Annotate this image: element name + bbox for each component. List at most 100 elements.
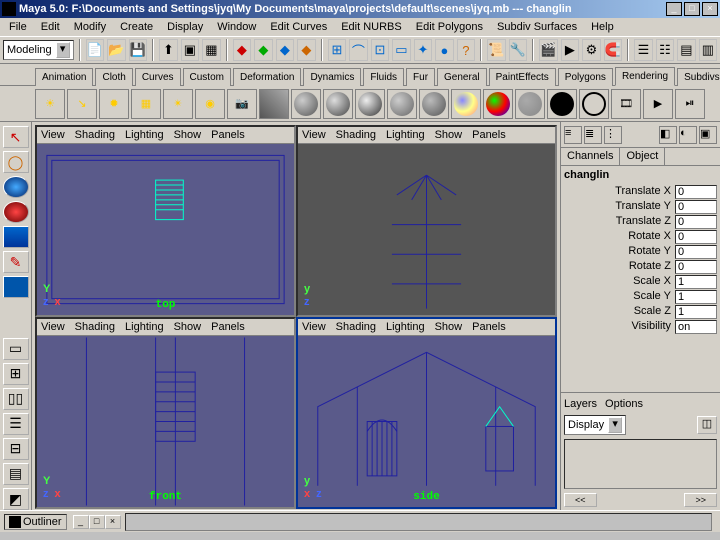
outliner-close-icon[interactable]: × xyxy=(105,515,121,529)
phong-icon[interactable] xyxy=(355,89,385,119)
menu-help[interactable]: Help xyxy=(584,19,621,35)
shelf-tab-animation[interactable]: Animation xyxy=(35,68,93,86)
menu-edit[interactable]: Edit xyxy=(34,19,67,35)
texture-icon[interactable] xyxy=(259,89,289,119)
viewport-front[interactable]: View Shading Lighting Show Panels Yz x xyxy=(35,317,296,509)
blinn-icon[interactable] xyxy=(323,89,353,119)
batch-render-icon[interactable]: ⏯ xyxy=(675,89,705,119)
shelf-tab-custom[interactable]: Custom xyxy=(183,68,231,86)
select-mask-4[interactable]: ◆ xyxy=(297,39,316,61)
new-scene-button[interactable]: 📄 xyxy=(86,39,105,61)
menu-edit-nurbs[interactable]: Edit NURBS xyxy=(334,19,409,35)
vp-menu-lighting[interactable]: Lighting xyxy=(386,129,425,141)
attr-value[interactable]: 1 xyxy=(675,275,717,289)
snap-toggle-button[interactable]: ● xyxy=(435,39,454,61)
object-name[interactable]: changlin xyxy=(564,169,717,181)
shelf-tab-general[interactable]: General xyxy=(437,68,487,86)
tab-channels[interactable]: Channels xyxy=(561,148,620,165)
menu-display[interactable]: Display xyxy=(160,19,210,35)
persp-pane-button[interactable]: ◩ xyxy=(3,488,29,510)
directional-light-icon[interactable]: ↘ xyxy=(67,89,97,119)
select-mask-1[interactable]: ◆ xyxy=(233,39,252,61)
render-view-icon[interactable]: 🎞 xyxy=(611,89,641,119)
lasso-tool[interactable]: ◯ xyxy=(3,151,29,173)
scroll-left-button[interactable]: << xyxy=(564,493,597,507)
snap-plane-button[interactable]: ▭ xyxy=(392,39,411,61)
channel-icon-2[interactable]: ≣ xyxy=(584,126,602,144)
magnet-button[interactable]: 🧲 xyxy=(604,39,623,61)
vp-menu-view[interactable]: View xyxy=(302,321,326,333)
vp-menu-panels[interactable]: Panels xyxy=(472,129,506,141)
move-tool[interactable] xyxy=(3,176,29,198)
ipr-render-button[interactable]: ▶ xyxy=(561,39,580,61)
vp-menu-view[interactable]: View xyxy=(302,129,326,141)
attr-value[interactable]: 0 xyxy=(675,260,717,274)
select-component-button[interactable]: ▦ xyxy=(202,39,221,61)
viewport-top-canvas[interactable]: Yz x top xyxy=(37,144,294,315)
snap-live-button[interactable]: ✦ xyxy=(414,39,433,61)
attr-value[interactable]: on xyxy=(675,320,717,334)
vp-menu-shading[interactable]: Shading xyxy=(75,129,115,141)
menu-file[interactable]: File xyxy=(2,19,34,35)
vp-menu-show[interactable]: Show xyxy=(435,129,463,141)
new-layer-icon[interactable]: ◫ xyxy=(697,416,717,434)
maximize-button[interactable]: □ xyxy=(684,2,700,16)
shelf-tab-rendering[interactable]: Rendering xyxy=(615,67,675,86)
open-circle-icon[interactable] xyxy=(579,89,609,119)
area-light-icon[interactable]: ▦ xyxy=(131,89,161,119)
vp-menu-shading[interactable]: Shading xyxy=(75,321,115,333)
attr-value[interactable]: 1 xyxy=(675,305,717,319)
vp-menu-lighting[interactable]: Lighting xyxy=(125,129,164,141)
ipr-render-icon[interactable]: ▶ xyxy=(643,89,673,119)
vp-menu-show[interactable]: Show xyxy=(174,129,202,141)
menu-window[interactable]: Window xyxy=(210,19,263,35)
render-globals-button[interactable]: ⚙ xyxy=(582,39,601,61)
vp-menu-show[interactable]: Show xyxy=(174,321,202,333)
ambient-light-icon[interactable]: ✴ xyxy=(163,89,193,119)
layout-1-button[interactable]: ☰ xyxy=(634,39,653,61)
layers-menu-options[interactable]: Options xyxy=(605,398,643,410)
menu-create[interactable]: Create xyxy=(113,19,160,35)
viewport-top[interactable]: View Shading Lighting Show Panels Yz x t… xyxy=(35,125,296,317)
shelf-tab-painteffects[interactable]: PaintEffects xyxy=(489,68,556,86)
camera-icon[interactable]: 📷 xyxy=(227,89,257,119)
show-manip-tool[interactable]: ✎ xyxy=(3,251,29,273)
layer-display-dropdown[interactable]: Display ▾ xyxy=(564,415,626,435)
outliner-max-icon[interactable]: □ xyxy=(89,515,105,529)
select-mask-2[interactable]: ◆ xyxy=(254,39,273,61)
select-mask-3[interactable]: ◆ xyxy=(276,39,295,61)
render-button[interactable]: 🎬 xyxy=(539,39,558,61)
menu-edit-polygons[interactable]: Edit Polygons xyxy=(409,19,490,35)
two-pane-v-button[interactable]: ▯▯ xyxy=(3,388,29,410)
point-light-icon[interactable]: ✹ xyxy=(99,89,129,119)
save-scene-button[interactable]: 💾 xyxy=(129,39,148,61)
attr-value[interactable]: 0 xyxy=(675,215,717,229)
shelf-tab-cloth[interactable]: Cloth xyxy=(95,68,132,86)
layers-menu-layers[interactable]: Layers xyxy=(564,398,597,410)
shelf-tab-polygons[interactable]: Polygons xyxy=(558,68,613,86)
module-dropdown[interactable]: Modeling ▾ xyxy=(3,40,74,60)
vp-menu-panels[interactable]: Panels xyxy=(211,321,245,333)
use-background-icon[interactable] xyxy=(547,89,577,119)
viewport-side-canvas[interactable]: yx z side xyxy=(298,336,555,507)
shelf-tab-curves[interactable]: Curves xyxy=(135,68,181,86)
menu-edit-curves[interactable]: Edit Curves xyxy=(263,19,334,35)
anisotropic-icon[interactable] xyxy=(387,89,417,119)
vp-menu-view[interactable]: View xyxy=(41,129,65,141)
attr-value[interactable]: 0 xyxy=(675,200,717,214)
rotate-tool[interactable] xyxy=(3,201,29,223)
tab-object[interactable]: Object xyxy=(620,148,665,165)
attribute-editor-icon[interactable]: ◧ xyxy=(659,126,677,144)
viewport-persp[interactable]: View Shading Lighting Show Panels yz xyxy=(296,125,557,317)
outliner-toggle[interactable]: Outliner xyxy=(4,514,67,530)
vp-menu-panels[interactable]: Panels xyxy=(472,321,506,333)
viewport-side[interactable]: View Shading Lighting Show Panels xyxy=(296,317,557,509)
select-hierarchy-button[interactable]: ⬆ xyxy=(159,39,178,61)
surface-shader-icon[interactable] xyxy=(515,89,545,119)
shelf-tab-fluids[interactable]: Fluids xyxy=(363,68,404,86)
channel-box-icon[interactable]: ▣ xyxy=(699,126,717,144)
viewport-persp-canvas[interactable]: yz xyxy=(298,144,555,315)
open-scene-button[interactable]: 📂 xyxy=(107,39,126,61)
shading-map-icon[interactable] xyxy=(483,89,513,119)
snap-curve-button[interactable]: ⌒ xyxy=(349,39,368,61)
